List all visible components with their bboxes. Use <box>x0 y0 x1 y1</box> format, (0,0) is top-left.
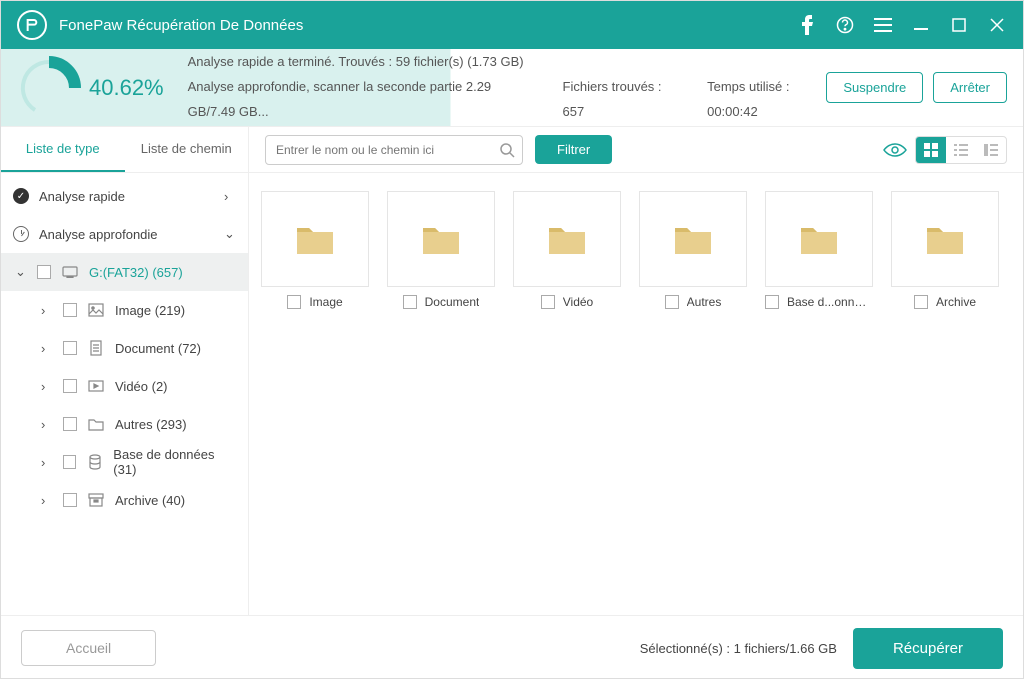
checkbox[interactable] <box>63 417 77 431</box>
chevron-down-icon: ⌄ <box>15 264 27 280</box>
chevron-right-icon: › <box>41 303 53 318</box>
chevron-right-icon: › <box>224 189 236 204</box>
checkbox[interactable] <box>37 265 51 279</box>
preview-icon[interactable] <box>883 142 907 158</box>
checkbox[interactable] <box>63 455 77 469</box>
folder-item[interactable]: Image <box>259 191 371 309</box>
checkbox[interactable] <box>665 295 679 309</box>
maximize-icon[interactable] <box>949 15 969 35</box>
tree-drive[interactable]: ⌄ G:(FAT32) (657) <box>1 253 248 291</box>
stop-button[interactable]: Arrêter <box>933 72 1007 103</box>
close-icon[interactable] <box>987 15 1007 35</box>
minimize-icon[interactable] <box>911 15 931 35</box>
folder-label: Document <box>425 295 480 309</box>
folder-item[interactable]: Document <box>385 191 497 309</box>
tree-quick-scan[interactable]: ✓ Analyse rapide › <box>1 177 248 215</box>
database-icon <box>86 453 103 471</box>
view-grid-icon[interactable] <box>916 137 946 163</box>
progress-arc <box>17 56 81 120</box>
file-tree: ✓ Analyse rapide › Analyse approfondie ⌄… <box>1 173 248 615</box>
checkbox[interactable] <box>63 493 77 507</box>
folder-label: Archive <box>936 295 976 309</box>
app-title: FonePaw Récupération De Données <box>59 17 797 34</box>
chevron-right-icon: › <box>41 493 53 508</box>
archive-icon <box>87 491 105 509</box>
facebook-icon[interactable] <box>797 15 817 35</box>
folder-thumbnail <box>261 191 369 287</box>
chevron-right-icon: › <box>41 379 53 394</box>
tree-item-image[interactable]: › Image (219) <box>1 291 248 329</box>
tab-path-list[interactable]: Liste de chemin <box>125 127 249 172</box>
status-line-1: Analyse rapide a terminé. Trouvés : 59 f… <box>188 50 827 75</box>
tree-item-document[interactable]: › Document (72) <box>1 329 248 367</box>
tree-item-video[interactable]: › Vidéo (2) <box>1 367 248 405</box>
search-input[interactable] <box>265 135 523 165</box>
search-icon <box>499 142 515 158</box>
drive-icon <box>61 263 79 281</box>
folder-item[interactable]: Base d...onnées <box>763 191 875 309</box>
percent-text: 40.62% <box>89 75 164 101</box>
tab-type-list[interactable]: Liste de type <box>1 127 125 172</box>
help-icon[interactable] <box>835 15 855 35</box>
checkbox[interactable] <box>287 295 301 309</box>
folder-thumbnail <box>387 191 495 287</box>
folder-grid: Image Document Vidéo Autres Base d...onn… <box>249 173 1023 615</box>
image-icon <box>87 301 105 319</box>
checkbox[interactable] <box>914 295 928 309</box>
checkbox[interactable] <box>541 295 555 309</box>
document-icon <box>87 339 105 357</box>
chevron-down-icon: ⌄ <box>224 226 236 242</box>
selection-text: Sélectionné(s) : 1 fichiers/1.66 GB <box>640 641 837 656</box>
check-circle-icon: ✓ <box>13 188 29 204</box>
checkbox[interactable] <box>63 303 77 317</box>
video-icon <box>87 377 105 395</box>
tree-deep-scan[interactable]: Analyse approfondie ⌄ <box>1 215 248 253</box>
folder-thumbnail <box>513 191 621 287</box>
folder-thumbnail <box>765 191 873 287</box>
suspend-button[interactable]: Suspendre <box>826 72 923 103</box>
checkbox[interactable] <box>403 295 417 309</box>
status-found: Fichiers trouvés : 657 <box>563 75 672 124</box>
chevron-right-icon: › <box>41 417 53 432</box>
status-deep-scan: Analyse approfondie, scanner la seconde … <box>188 75 527 124</box>
folder-item[interactable]: Vidéo <box>511 191 623 309</box>
checkbox[interactable] <box>63 341 77 355</box>
menu-icon[interactable] <box>873 15 893 35</box>
folder-label: Vidéo <box>563 295 593 309</box>
folder-label: Base d...onnées <box>787 295 873 309</box>
checkbox[interactable] <box>63 379 77 393</box>
folder-label: Autres <box>687 295 722 309</box>
folder-label: Image <box>309 295 342 309</box>
folder-thumbnail <box>891 191 999 287</box>
chevron-right-icon: › <box>41 341 53 356</box>
folder-item[interactable]: Archive <box>889 191 1001 309</box>
filter-button[interactable]: Filtrer <box>535 135 612 164</box>
status-time: Temps utilisé : 00:00:42 <box>707 75 826 124</box>
app-logo <box>17 10 47 40</box>
chevron-right-icon: › <box>41 455 53 470</box>
folder-thumbnail <box>639 191 747 287</box>
tree-item-database[interactable]: › Base de données (31) <box>1 443 248 481</box>
tree-item-archive[interactable]: › Archive (40) <box>1 481 248 519</box>
view-detail-icon[interactable] <box>976 137 1006 163</box>
folder-item[interactable]: Autres <box>637 191 749 309</box>
folder-icon <box>87 415 105 433</box>
status-panel: 40.62% Analyse rapide a terminé. Trouvés… <box>1 49 1023 127</box>
home-button[interactable]: Accueil <box>21 630 156 666</box>
tree-item-other[interactable]: › Autres (293) <box>1 405 248 443</box>
recover-button[interactable]: Récupérer <box>853 628 1003 669</box>
view-list-icon[interactable] <box>946 137 976 163</box>
clock-icon <box>13 226 29 242</box>
checkbox[interactable] <box>765 295 779 309</box>
